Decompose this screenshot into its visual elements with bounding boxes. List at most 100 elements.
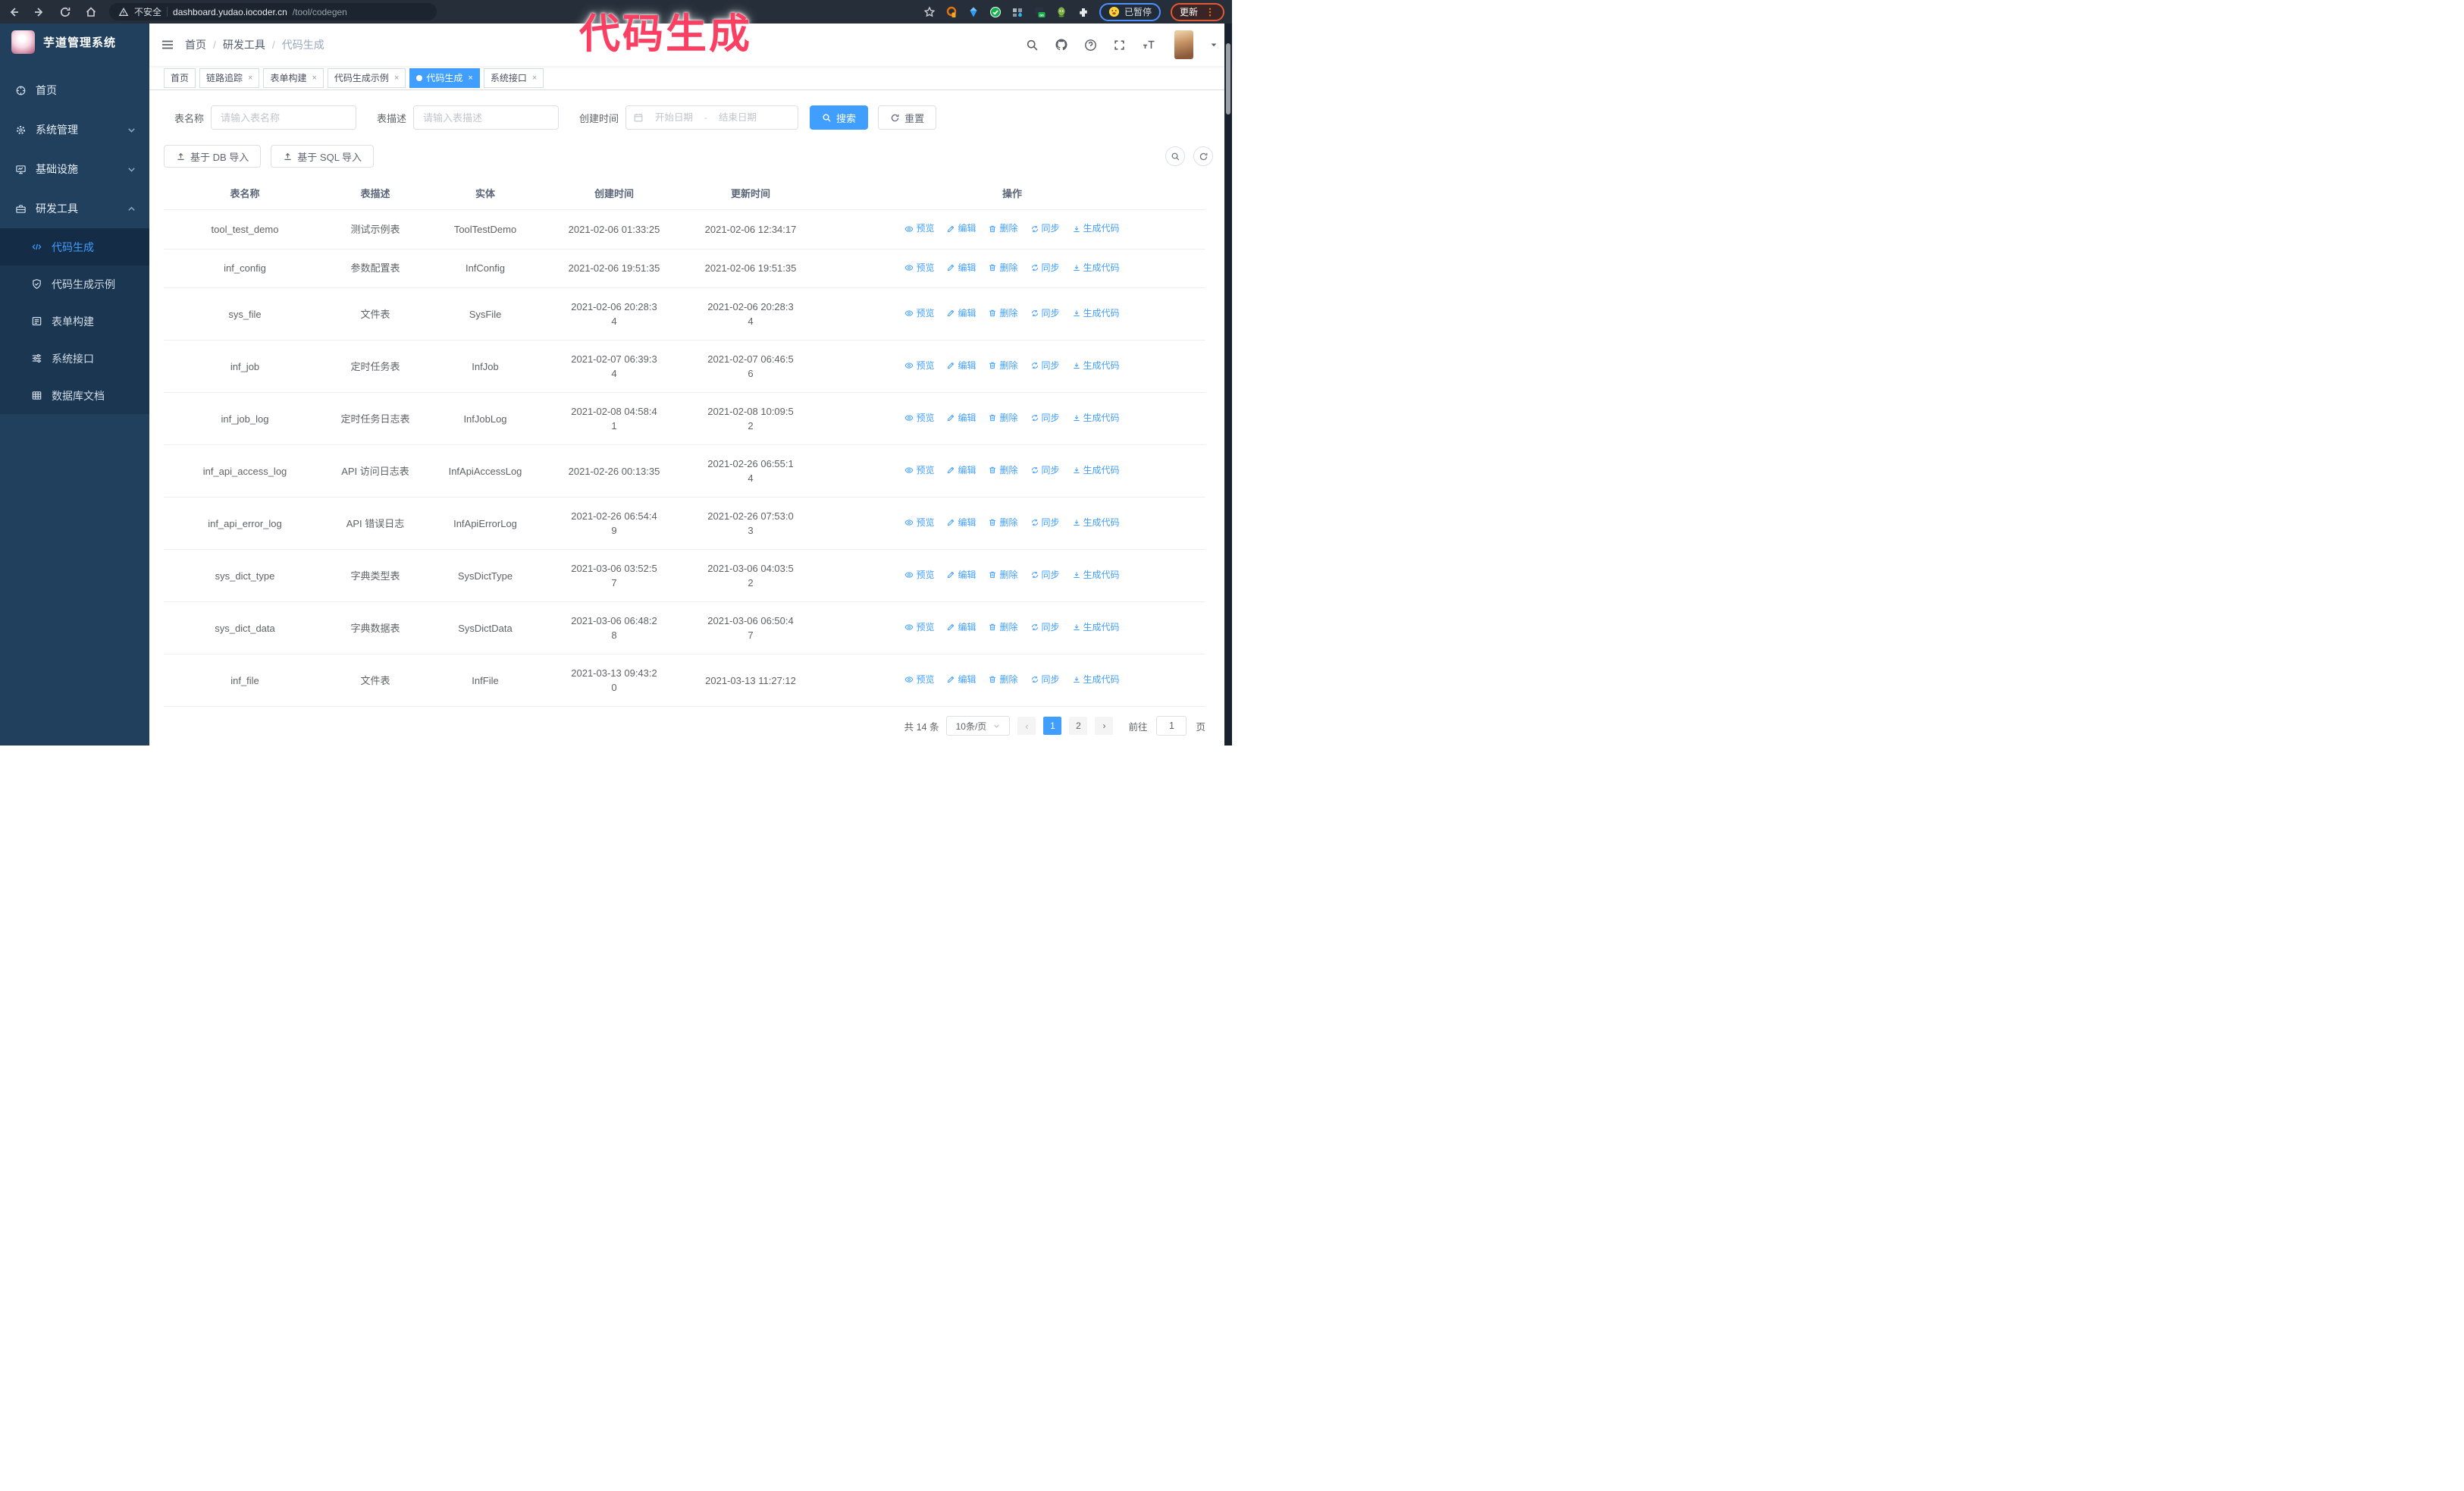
action-sync-link[interactable]: 同步 [1030, 306, 1060, 321]
search-icon[interactable] [1026, 39, 1039, 52]
goto-page-input[interactable] [1156, 716, 1187, 736]
action-delete-link[interactable]: 删除 [988, 359, 1018, 373]
table-name-input[interactable] [211, 105, 357, 130]
tab-5[interactable]: 系统接口 × [483, 67, 544, 88]
sidebar-subitem-3-1[interactable]: 代码生成示例 [0, 265, 149, 303]
action-sync-link[interactable]: 同步 [1030, 463, 1060, 478]
tab-2[interactable]: 表单构建 × [263, 67, 324, 88]
next-page-button[interactable]: › [1095, 717, 1114, 735]
address-bar[interactable]: 不安全 dashboard.yudao.iocoder.cn/tool/code… [109, 3, 437, 20]
close-tab-icon[interactable]: × [248, 74, 252, 83]
scrollbar-thumb[interactable] [1226, 43, 1230, 115]
action-delete-link[interactable]: 删除 [988, 261, 1018, 275]
action-sync-link[interactable]: 同步 [1030, 516, 1060, 530]
action-eye-link[interactable]: 预览 [904, 221, 934, 236]
action-sync-link[interactable]: 同步 [1030, 568, 1060, 582]
action-eye-link[interactable]: 预览 [904, 411, 934, 425]
page-size-select[interactable]: 10条/页 [946, 716, 1011, 736]
close-tab-icon[interactable]: × [468, 74, 472, 83]
action-sync-link[interactable]: 同步 [1030, 620, 1060, 635]
sidebar-item-2[interactable]: 基础设施 [0, 149, 149, 189]
action-download-link[interactable]: 生成代码 [1072, 516, 1120, 530]
home-icon[interactable] [85, 6, 97, 18]
not-secure-label[interactable]: 不安全 [134, 5, 161, 18]
sidebar-item-0[interactable]: 首页 [0, 71, 149, 110]
tab-0[interactable]: 首页 [164, 67, 196, 88]
extensions-puzzle-icon[interactable] [1077, 6, 1089, 18]
action-eye-link[interactable]: 预览 [904, 306, 934, 321]
breadcrumb-home[interactable]: 首页 [185, 37, 206, 52]
fullscreen-icon[interactable] [1113, 39, 1126, 52]
extension-gem-icon[interactable] [967, 6, 980, 18]
action-download-link[interactable]: 生成代码 [1072, 359, 1120, 373]
sidebar-subitem-3-4[interactable]: 数据库文档 [0, 377, 149, 414]
tab-4[interactable]: 代码生成 × [409, 67, 480, 88]
import-sql-button[interactable]: 基于 SQL 导入 [271, 145, 375, 168]
extension-alien-icon[interactable] [1055, 6, 1067, 18]
date-range-picker[interactable]: - [625, 105, 799, 130]
action-edit-link[interactable]: 编辑 [946, 463, 976, 478]
action-edit-link[interactable]: 编辑 [946, 516, 976, 530]
tab-1[interactable]: 链路追踪 × [199, 67, 260, 88]
action-eye-link[interactable]: 预览 [904, 463, 934, 478]
toggle-search-button[interactable] [1165, 146, 1185, 166]
action-delete-link[interactable]: 删除 [988, 221, 1018, 236]
reload-icon[interactable] [59, 6, 71, 18]
sidebar-toggle-hamburger-icon[interactable] [156, 34, 179, 55]
close-tab-icon[interactable]: × [394, 74, 399, 83]
action-delete-link[interactable]: 删除 [988, 411, 1018, 425]
action-edit-link[interactable]: 编辑 [946, 411, 976, 425]
import-db-button[interactable]: 基于 DB 导入 [164, 145, 262, 168]
url-path[interactable]: /tool/codegen [293, 7, 347, 17]
action-edit-link[interactable]: 编辑 [946, 673, 976, 687]
table-desc-input[interactable] [413, 105, 560, 130]
caret-down-icon[interactable] [1209, 40, 1218, 49]
user-avatar[interactable] [1174, 30, 1193, 59]
sidebar-item-3[interactable]: 研发工具 [0, 189, 149, 228]
action-eye-link[interactable]: 预览 [904, 261, 934, 275]
action-sync-link[interactable]: 同步 [1030, 359, 1060, 373]
action-delete-link[interactable]: 删除 [988, 463, 1018, 478]
forward-icon[interactable] [33, 6, 45, 18]
github-icon[interactable] [1055, 38, 1068, 52]
menu-dots-icon[interactable] [1205, 7, 1215, 17]
action-eye-link[interactable]: 预览 [904, 568, 934, 582]
action-download-link[interactable]: 生成代码 [1072, 463, 1120, 478]
profile-chip[interactable]: 已暂停 [1099, 2, 1161, 21]
date-end-input[interactable] [710, 112, 766, 123]
action-download-link[interactable]: 生成代码 [1072, 221, 1120, 236]
action-delete-link[interactable]: 删除 [988, 568, 1018, 582]
action-edit-link[interactable]: 编辑 [946, 306, 976, 321]
action-download-link[interactable]: 生成代码 [1072, 620, 1120, 635]
action-sync-link[interactable]: 同步 [1030, 261, 1060, 275]
bookmark-star-icon[interactable] [923, 5, 936, 18]
extension-grid-icon[interactable] [1011, 6, 1024, 18]
action-eye-link[interactable]: 预览 [904, 359, 934, 373]
font-size-icon[interactable] [1142, 39, 1155, 51]
not-secure-warning-icon[interactable] [118, 7, 129, 17]
action-sync-link[interactable]: 同步 [1030, 411, 1060, 425]
page-button-2[interactable]: 2 [1069, 717, 1088, 735]
browser-update-button[interactable]: 更新 [1170, 2, 1224, 21]
extension-orange-icon[interactable] [945, 6, 958, 18]
help-icon[interactable] [1084, 39, 1097, 52]
breadcrumb-devtools[interactable]: 研发工具 [223, 37, 265, 52]
sidebar-subitem-3-0[interactable]: 代码生成 [0, 228, 149, 265]
sidebar-subitem-3-2[interactable]: 表单构建 [0, 303, 149, 340]
tab-3[interactable]: 代码生成示例 × [327, 67, 406, 88]
back-icon[interactable] [8, 6, 20, 18]
action-edit-link[interactable]: 编辑 [946, 221, 976, 236]
action-delete-link[interactable]: 删除 [988, 516, 1018, 530]
close-tab-icon[interactable]: × [532, 74, 537, 83]
page-button-1[interactable]: 1 [1043, 717, 1062, 735]
extension-onbox-icon[interactable]: on [1033, 6, 1045, 18]
action-eye-link[interactable]: 预览 [904, 673, 934, 687]
action-eye-link[interactable]: 预览 [904, 516, 934, 530]
sidebar-subitem-3-3[interactable]: 系统接口 [0, 340, 149, 377]
refresh-table-button[interactable] [1193, 146, 1213, 166]
extension-check-icon[interactable] [989, 6, 1002, 18]
action-edit-link[interactable]: 编辑 [946, 359, 976, 373]
action-delete-link[interactable]: 删除 [988, 306, 1018, 321]
action-download-link[interactable]: 生成代码 [1072, 568, 1120, 582]
action-download-link[interactable]: 生成代码 [1072, 261, 1120, 275]
